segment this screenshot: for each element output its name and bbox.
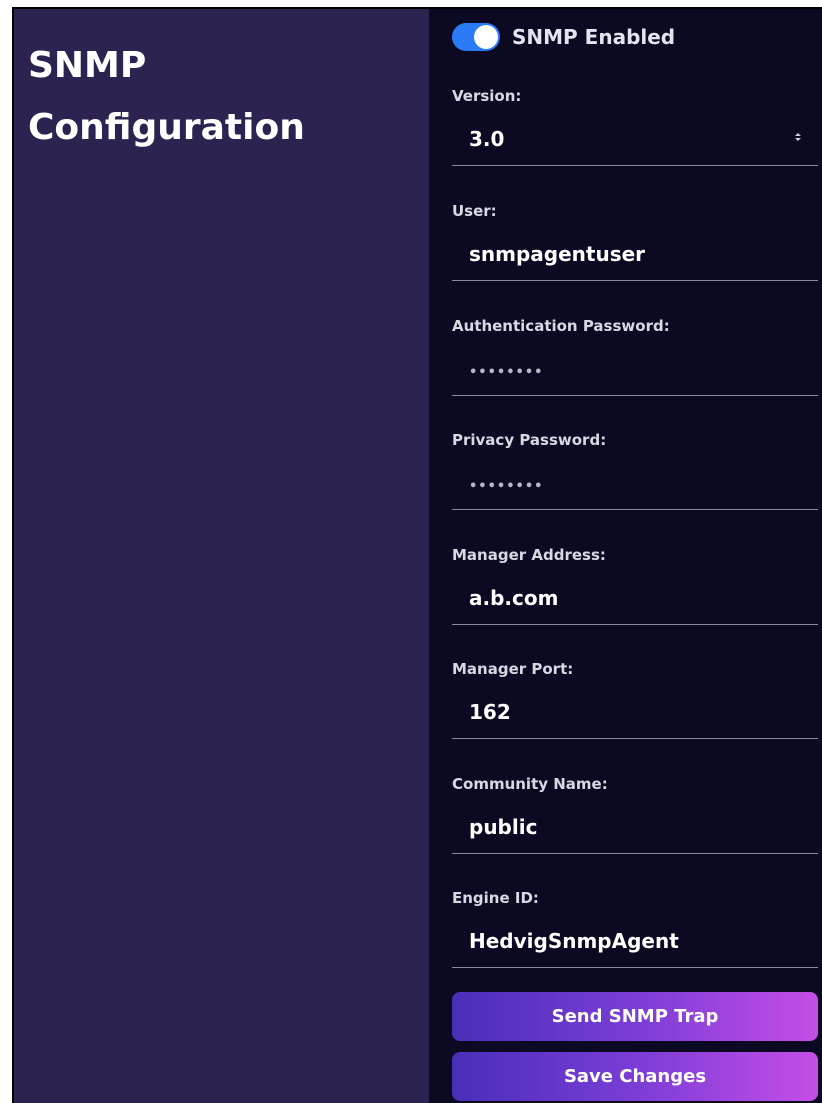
save-changes-button[interactable]: Save Changes bbox=[452, 1052, 818, 1101]
toggle-switch[interactable] bbox=[452, 23, 500, 51]
user-value: snmpagentuser bbox=[469, 242, 646, 266]
manager-port-input[interactable]: 162 bbox=[452, 693, 818, 739]
privacy-password-input[interactable]: •••••••• bbox=[452, 464, 818, 510]
version-value: 3.0 bbox=[469, 127, 505, 151]
user-field: User: snmpagentuser bbox=[452, 201, 818, 281]
manager-port-value: 162 bbox=[469, 700, 511, 724]
privacy-password-field: Privacy Password: •••••••• bbox=[452, 430, 818, 510]
snmp-enabled-toggle[interactable]: SNMP Enabled bbox=[452, 23, 675, 51]
community-name-input[interactable]: public bbox=[452, 808, 818, 854]
privacy-password-label: Privacy Password: bbox=[452, 431, 607, 449]
community-name-value: public bbox=[469, 815, 538, 839]
engine-id-input[interactable]: HedvigSnmpAgent bbox=[452, 922, 818, 968]
version-select[interactable]: 3.0 bbox=[452, 120, 818, 166]
snmp-enabled-label: SNMP Enabled bbox=[512, 25, 676, 49]
auth-password-input[interactable]: •••••••• bbox=[452, 350, 818, 396]
select-arrows-icon bbox=[795, 133, 801, 141]
auth-password-label: Authentication Password: bbox=[452, 317, 670, 335]
manager-address-field: Manager Address: a.b.com bbox=[452, 545, 818, 625]
page-title: SNMP Configuration bbox=[28, 45, 305, 148]
snmp-configuration-panel: SNMP Configuration SNMP Enabled Version:… bbox=[12, 7, 822, 1103]
left-panel: SNMP Configuration bbox=[14, 9, 429, 1103]
manager-address-value: a.b.com bbox=[469, 586, 559, 610]
engine-id-value: HedvigSnmpAgent bbox=[469, 929, 679, 953]
toggle-knob bbox=[474, 25, 498, 49]
community-name-label: Community Name: bbox=[452, 775, 608, 793]
version-label: Version: bbox=[452, 87, 522, 105]
community-name-field: Community Name: public bbox=[452, 774, 818, 854]
engine-id-label: Engine ID: bbox=[452, 889, 539, 907]
auth-password-value: •••••••• bbox=[469, 365, 544, 380]
user-label: User: bbox=[452, 202, 497, 220]
manager-address-label: Manager Address: bbox=[452, 546, 606, 564]
version-field: Version: 3.0 bbox=[452, 86, 818, 166]
privacy-password-value: •••••••• bbox=[469, 479, 544, 494]
manager-port-label: Manager Port: bbox=[452, 660, 574, 678]
manager-address-input[interactable]: a.b.com bbox=[452, 579, 818, 625]
auth-password-field: Authentication Password: •••••••• bbox=[452, 316, 818, 396]
settings-form: SNMP Enabled Version: 3.0 User: snmpagen… bbox=[429, 9, 822, 1103]
user-input[interactable]: snmpagentuser bbox=[452, 235, 818, 281]
send-snmp-trap-button[interactable]: Send SNMP Trap bbox=[452, 992, 818, 1041]
manager-port-field: Manager Port: 162 bbox=[452, 659, 818, 739]
engine-id-field: Engine ID: HedvigSnmpAgent bbox=[452, 888, 818, 968]
